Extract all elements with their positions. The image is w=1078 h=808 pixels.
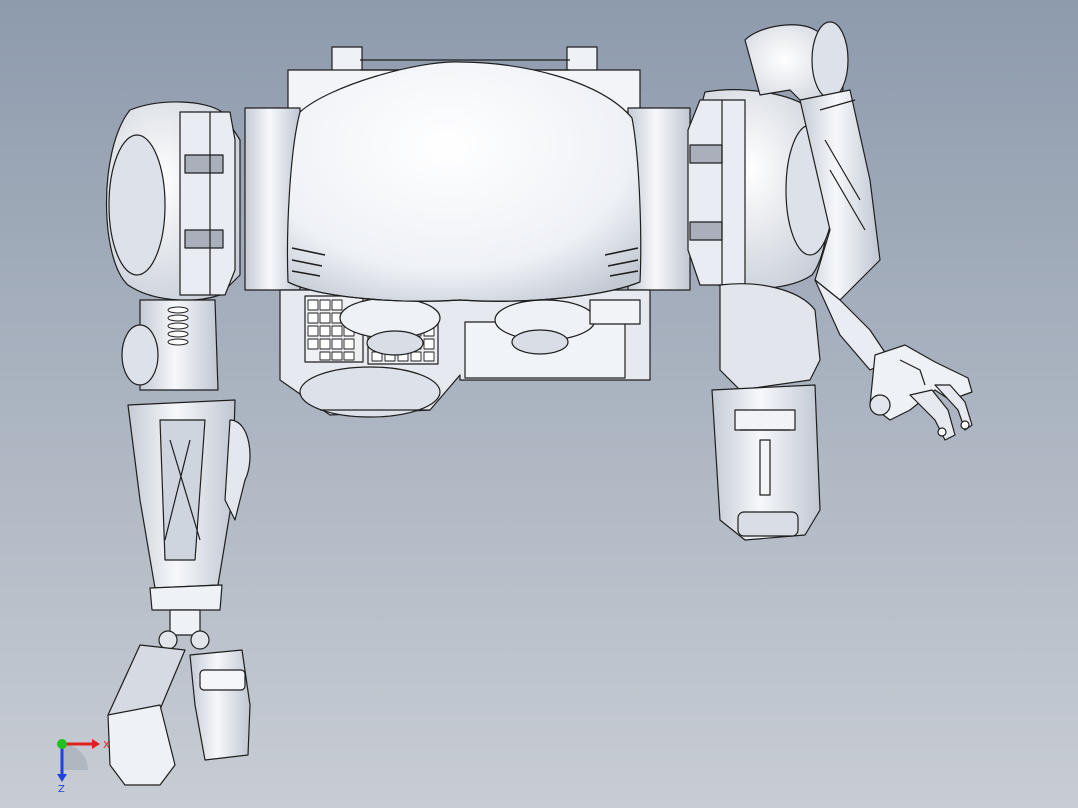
triad-plane bbox=[62, 744, 88, 770]
x-axis-head bbox=[92, 739, 100, 749]
graphics-viewport[interactable]: X Z bbox=[0, 0, 1078, 808]
z-axis-label: Z bbox=[58, 784, 65, 795]
model-scene[interactable] bbox=[0, 0, 1078, 808]
z-axis-head bbox=[57, 774, 67, 782]
main-body-shell[interactable] bbox=[286, 61, 642, 302]
x-axis-label: X bbox=[103, 740, 110, 751]
reference-triad: X Z bbox=[57, 739, 110, 795]
y-axis-dot bbox=[57, 739, 67, 749]
left-shoulder-wheel[interactable] bbox=[105, 101, 241, 301]
right-leg[interactable] bbox=[711, 283, 821, 541]
